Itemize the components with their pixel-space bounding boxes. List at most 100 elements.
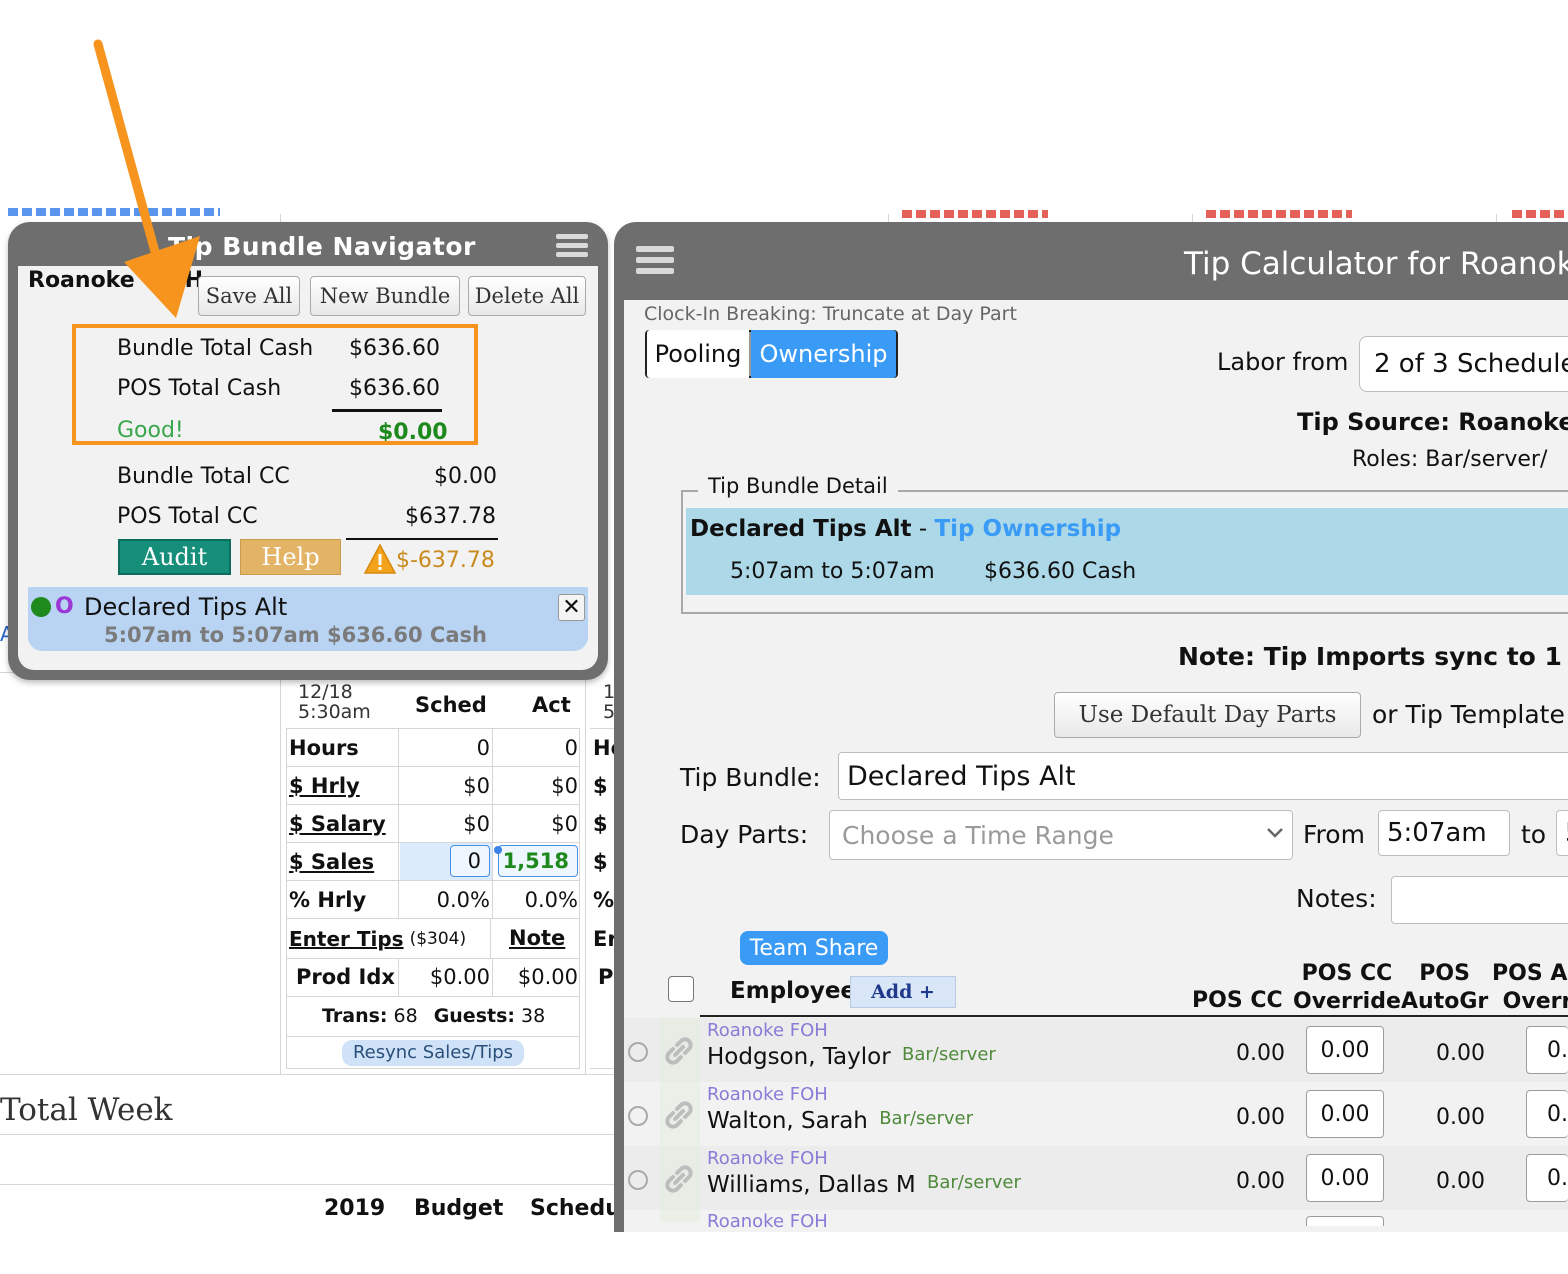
bundle-total-cc-label: Bundle Total CC bbox=[117, 464, 290, 489]
warning-icon bbox=[363, 543, 397, 574]
detail-amount: $636.60 Cash bbox=[984, 559, 1137, 584]
annotation-arrow-icon bbox=[93, 39, 200, 318]
link-icon[interactable] bbox=[664, 1164, 694, 1194]
cell-act: $0 bbox=[551, 811, 578, 836]
footer-col: Budget bbox=[414, 1196, 504, 1221]
total-week-title: Total Week bbox=[0, 1092, 173, 1128]
row-radio[interactable] bbox=[628, 1106, 648, 1126]
pos-autogr-override-header: POS Au Overr bbox=[1492, 960, 1568, 1016]
unscheduled-label bbox=[902, 210, 1048, 218]
from-time-input[interactable]: 5:07am bbox=[1378, 810, 1510, 856]
employee-name: Walton, Sarah Bar/server bbox=[707, 1108, 973, 1134]
link-icon[interactable] bbox=[664, 1036, 694, 1066]
employee-store-link[interactable]: Roanoke FOH bbox=[707, 1020, 828, 1041]
add-employee-button[interactable]: Add + bbox=[850, 976, 956, 1008]
enter-tips-amount: ($304) bbox=[409, 929, 467, 949]
bundle-item-name: Declared Tips Alt bbox=[84, 593, 288, 621]
row-label-link[interactable]: $ Salary bbox=[289, 805, 386, 842]
cell-act: 0.0% bbox=[524, 887, 578, 912]
to-time-input[interactable]: 5 bbox=[1556, 810, 1568, 856]
row-label: % Hrly bbox=[289, 887, 367, 912]
row-label-link[interactable]: $ Hrly bbox=[289, 767, 360, 804]
guests-label: Guests: bbox=[433, 1005, 515, 1027]
pos-cc-override-input[interactable]: 0.00 bbox=[1306, 1090, 1384, 1138]
status-green-dot-icon bbox=[31, 597, 51, 617]
unscheduled-label bbox=[1512, 210, 1568, 218]
pos-cc-value: 0.00 bbox=[1236, 1169, 1285, 1194]
next-row-label: % bbox=[593, 887, 615, 912]
sales-sched-input[interactable]: 0 bbox=[450, 845, 490, 877]
pos-autogr-header: POS AutoGr bbox=[1401, 960, 1488, 1016]
detail-time: 5:07am to 5:07am bbox=[730, 559, 935, 584]
highlight-box bbox=[72, 324, 478, 445]
pooling-toggle[interactable]: Pooling bbox=[647, 330, 749, 378]
detail-separator: - bbox=[911, 516, 935, 542]
day-parts-label: Day Parts: bbox=[680, 820, 809, 849]
next-row-label: P bbox=[598, 965, 614, 989]
row-radio[interactable] bbox=[628, 1170, 648, 1190]
select-all-checkbox[interactable] bbox=[668, 976, 694, 1002]
team-share-button[interactable]: Team Share bbox=[740, 931, 888, 965]
employee-store-link[interactable]: Roanoke FOH bbox=[707, 1084, 828, 1105]
employee-store-link[interactable]: Roanoke FOH bbox=[707, 1148, 828, 1169]
ownership-badge: O bbox=[55, 594, 74, 619]
trans-label: Trans: bbox=[322, 1005, 388, 1027]
blue-dot-icon bbox=[494, 846, 502, 854]
prod-idx-act: $0.00 bbox=[517, 965, 578, 989]
audit-button[interactable]: Audit bbox=[118, 539, 231, 575]
cell-sched: 0.0% bbox=[436, 887, 490, 912]
pos-cc-header: POS CC bbox=[1192, 988, 1283, 1013]
col-sched: Sched bbox=[415, 693, 487, 717]
notes-input[interactable] bbox=[1391, 876, 1568, 924]
day-parts-select[interactable]: Choose a Time Range bbox=[829, 810, 1293, 860]
ownership-toggle[interactable]: Ownership bbox=[751, 330, 896, 378]
tip-bundle-label: Tip Bundle: bbox=[680, 763, 821, 792]
link-icon[interactable] bbox=[664, 1100, 694, 1130]
pos-autogr-value: 0.00 bbox=[1436, 1041, 1485, 1066]
day-header: 12/18 5:30am bbox=[298, 682, 371, 722]
header-line: Override bbox=[1293, 989, 1401, 1014]
enter-tips-row: Enter Tips ($304) bbox=[289, 920, 466, 958]
header-line: POS CC bbox=[1301, 961, 1393, 986]
use-default-day-parts-button[interactable]: Use Default Day Parts bbox=[1054, 692, 1361, 738]
trans-value: 68 bbox=[393, 1005, 418, 1027]
chevron-down-icon bbox=[1264, 822, 1286, 848]
table-header-rule bbox=[700, 1015, 1568, 1017]
day-date: 12/18 bbox=[298, 681, 353, 703]
pos-autogr-override-input[interactable]: 0. bbox=[1526, 1090, 1568, 1138]
row-radio[interactable] bbox=[628, 1042, 648, 1062]
pos-total-cc-value: $637.78 bbox=[405, 504, 496, 529]
cell-sched: 0 bbox=[476, 735, 490, 760]
remove-bundle-close-icon[interactable]: ✕ bbox=[558, 594, 585, 621]
detail-heading: Declared Tips Alt - Tip Ownership bbox=[690, 516, 1121, 542]
roles: Roles: Bar/server/ bbox=[1352, 447, 1548, 472]
pos-autogr-override-input[interactable]: 0. bbox=[1526, 1154, 1568, 1202]
employee-name: Hodgson, Taylor Bar/server bbox=[707, 1044, 996, 1070]
pos-cc-override-input[interactable]: 0.00 bbox=[1306, 1026, 1384, 1074]
labor-from-select[interactable]: 2 of 3 Schedule bbox=[1359, 336, 1568, 392]
row-label-link[interactable]: $ Sales bbox=[289, 843, 374, 880]
help-button[interactable]: Help bbox=[240, 539, 341, 575]
day-parts-placeholder: Choose a Time Range bbox=[842, 820, 1114, 850]
detail-bundle-name: Declared Tips Alt bbox=[690, 516, 912, 542]
employee-name-text: Walton, Sarah bbox=[707, 1108, 868, 1134]
note-link[interactable]: Note bbox=[509, 920, 565, 956]
header-line: POS bbox=[1419, 961, 1470, 986]
col-act: Act bbox=[532, 693, 571, 717]
notes-label: Notes: bbox=[1296, 884, 1377, 913]
from-label: From bbox=[1303, 820, 1365, 849]
pos-cc-override-input[interactable]: 0.00 bbox=[1306, 1154, 1384, 1202]
cell-sched: $0 bbox=[463, 773, 490, 798]
enter-tips-link[interactable]: Enter Tips bbox=[289, 927, 404, 951]
employee-role: Bar/server bbox=[902, 1044, 996, 1065]
footer-col: 2019 bbox=[324, 1196, 386, 1221]
cc-difference: $-637.78 bbox=[396, 548, 495, 573]
header-line: AutoGr bbox=[1401, 989, 1489, 1014]
calculator-menu-icon[interactable] bbox=[636, 246, 674, 274]
tip-bundle-name-input[interactable]: Declared Tips Alt bbox=[838, 752, 1568, 800]
pos-cc-override-input[interactable] bbox=[1306, 1216, 1384, 1226]
tip-source: Tip Source: Roanoke bbox=[1297, 408, 1568, 436]
sales-act-input[interactable]: 1,518 bbox=[498, 845, 578, 877]
pos-autogr-override-input[interactable]: 0. bbox=[1526, 1026, 1568, 1074]
resync-button[interactable]: Resync Sales/Tips bbox=[342, 1040, 524, 1066]
